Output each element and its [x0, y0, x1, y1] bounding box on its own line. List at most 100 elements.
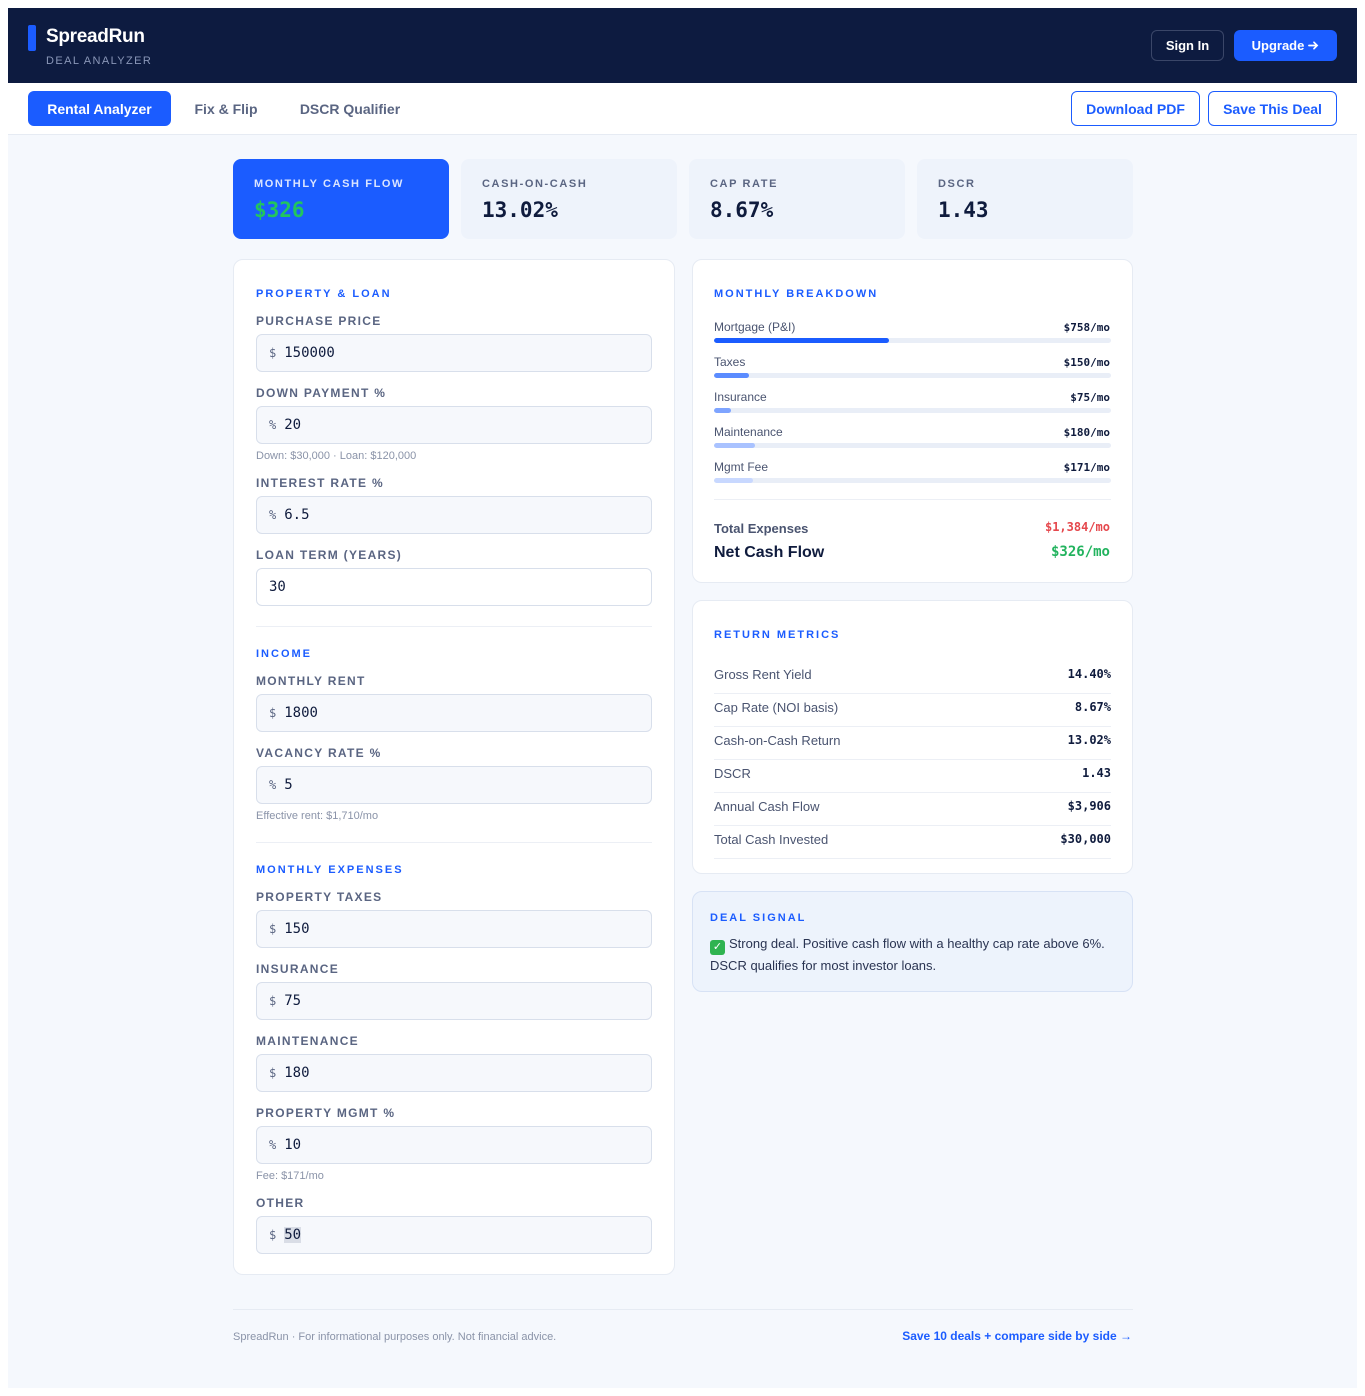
property-taxes-input[interactable]: $ 150 [256, 910, 652, 948]
save-deal-button[interactable]: Save This Deal [1208, 91, 1337, 126]
insurance-input[interactable]: $ 75 [256, 982, 652, 1020]
down-payment-hint: Down: $30,000 · Loan: $120,000 [256, 450, 417, 462]
dollar-prefix: $ [269, 922, 277, 936]
breakdown-item-label: Mortgage (P&I) [714, 320, 796, 334]
return-metric-value: $30,000 [1060, 832, 1111, 846]
return-metric-label: Total Cash Invested [714, 832, 829, 847]
breakdown-bar-track [714, 443, 1111, 448]
down-payment-input[interactable]: % 20 [256, 406, 652, 444]
return-metric-value: 8.67% [1074, 700, 1111, 714]
breakdown-item-value: $75/mo [1070, 391, 1110, 404]
kpi-value: 8.67% [710, 198, 774, 222]
section-title-monthly-expenses: MONTHLY EXPENSES [256, 864, 404, 876]
deal-signal-panel: DEAL SIGNAL ✓ Strong deal. Positive cash … [692, 891, 1133, 992]
arrow-right-icon [1308, 41, 1319, 50]
breakdown-item-label: Mgmt Fee [714, 460, 769, 474]
tab-dscr-qualifier[interactable]: DSCR Qualifier [290, 91, 410, 126]
dollar-prefix: $ [269, 706, 277, 720]
return-metric-label: Gross Rent Yield [714, 667, 812, 682]
maintenance-label: MAINTENANCE [256, 1034, 359, 1048]
other-label: OTHER [256, 1196, 305, 1210]
other-input[interactable]: $ 50 [256, 1216, 652, 1254]
kpi-value: $326 [254, 198, 305, 222]
section-title-deal-signal: DEAL SIGNAL [710, 912, 807, 924]
section-divider [256, 626, 652, 627]
kpi-label: CAP RATE [710, 178, 779, 190]
kpi-value: 1.43 [938, 198, 989, 222]
breakdown-item-label: Taxes [714, 355, 746, 369]
sign-in-button[interactable]: Sign In [1151, 30, 1224, 61]
kpi-value: 13.02% [482, 198, 558, 222]
top-bar: SpreadRun DEAL ANALYZER Sign In Upgrade [8, 8, 1357, 83]
property-mgmt-value: 10 [284, 1137, 302, 1153]
vacancy-rate-label: VACANCY RATE % [256, 746, 382, 760]
vacancy-rate-hint: Effective rent: $1,710/mo [256, 810, 379, 822]
property-mgmt-hint: Fee: $171/mo [256, 1170, 324, 1182]
percent-prefix: % [269, 1138, 277, 1152]
tab-rental-analyzer[interactable]: Rental Analyzer [28, 91, 171, 126]
return-metric-row: Cash-on-Cash Return 13.02% [714, 727, 1111, 760]
return-metric-row: Cap Rate (NOI basis) 8.67% [714, 694, 1111, 727]
total-expenses-value: $1,384/mo [1044, 520, 1110, 534]
breakdown-item-label: Maintenance [714, 425, 783, 439]
kpi-label: CASH-ON-CASH [482, 178, 588, 190]
breakdown-divider [714, 499, 1111, 500]
purchase-price-input[interactable]: $ 150000 [256, 334, 652, 372]
return-metrics-card: RETURN METRICS Gross Rent Yield 14.40% Cap… [692, 600, 1133, 874]
breakdown-item-value: $150/mo [1063, 356, 1110, 369]
deal-signal-text: Strong deal. Positive cash flow with a h… [710, 936, 1105, 973]
down-payment-label: DOWN PAYMENT % [256, 386, 387, 400]
breakdown-bar-track [714, 338, 1111, 343]
breakdown-item-value: $758/mo [1063, 321, 1110, 334]
brand-name: SpreadRun [46, 26, 145, 47]
breakdown-item-value: $180/mo [1063, 426, 1110, 439]
down-payment-value: 20 [284, 417, 302, 433]
upgrade-label: Upgrade [1251, 38, 1305, 53]
interest-rate-value: 6.5 [284, 507, 310, 523]
total-expenses-label: Total Expenses [714, 521, 809, 536]
loan-term-label: LOAN TERM (YEARS) [256, 548, 403, 562]
return-metric-row: DSCR 1.43 [714, 760, 1111, 793]
breakdown-bar-fill [714, 478, 754, 483]
insurance-label: INSURANCE [256, 962, 340, 976]
other-value: 50 [284, 1227, 302, 1243]
return-metric-label: Cap Rate (NOI basis) [714, 700, 839, 715]
upgrade-button[interactable]: Upgrade [1234, 30, 1337, 61]
property-mgmt-input[interactable]: % 10 [256, 1126, 652, 1164]
breakdown-bar-fill [714, 373, 749, 378]
maintenance-input[interactable]: $ 180 [256, 1054, 652, 1092]
tab-fix-and-flip[interactable]: Fix & Flip [184, 91, 268, 126]
purchase-price-value: 150000 [284, 345, 335, 361]
kpi-cap-rate: CAP RATE 8.67% [689, 159, 905, 239]
return-metric-row: Total Cash Invested $30,000 [714, 826, 1111, 859]
breakdown-item-value: $171/mo [1063, 461, 1110, 474]
net-cash-flow-label: Net Cash Flow [714, 544, 825, 561]
interest-rate-label: INTEREST RATE % [256, 476, 384, 490]
vacancy-rate-value: 5 [284, 777, 293, 793]
monthly-rent-input[interactable]: $ 1800 [256, 694, 652, 732]
kpi-monthly-cash-flow: MONTHLY CASH FLOW $326 [233, 159, 449, 239]
return-metric-value: 14.40% [1067, 667, 1111, 681]
kpi-cash-on-cash: CASH-ON-CASH 13.02% [461, 159, 677, 239]
breakdown-bar-track [714, 478, 1111, 483]
breakdown-bar-fill [714, 408, 732, 413]
brand-logo-mark [28, 25, 36, 51]
interest-rate-input[interactable]: % 6.5 [256, 496, 652, 534]
vacancy-rate-input[interactable]: % 5 [256, 766, 652, 804]
kpi-label: MONTHLY CASH FLOW [254, 178, 405, 190]
compare-deals-link[interactable]: Save 10 deals + compare side by side → [902, 1329, 1132, 1343]
kpi-dscr: DSCR 1.43 [917, 159, 1133, 239]
percent-prefix: % [269, 778, 277, 792]
breakdown-bar-track [714, 373, 1111, 378]
loan-term-select[interactable]: 30 [256, 568, 652, 606]
return-metric-row: Gross Rent Yield 14.40% [714, 661, 1111, 694]
property-taxes-label: PROPERTY TAXES [256, 890, 383, 904]
brand-subtitle: DEAL ANALYZER [46, 55, 153, 67]
deal-signal-message: ✓ Strong deal. Positive cash flow with a … [710, 933, 1110, 976]
breakdown-bar-fill [714, 443, 756, 448]
monthly-breakdown-card: MONTHLY BREAKDOWN Mortgage (P&I) $758/mo T… [692, 259, 1133, 583]
return-metric-label: Annual Cash Flow [714, 799, 820, 814]
download-pdf-button[interactable]: Download PDF [1071, 91, 1200, 126]
app-frame: SpreadRun DEAL ANALYZER Sign In Upgrade … [8, 8, 1357, 1388]
percent-prefix: % [269, 508, 277, 522]
